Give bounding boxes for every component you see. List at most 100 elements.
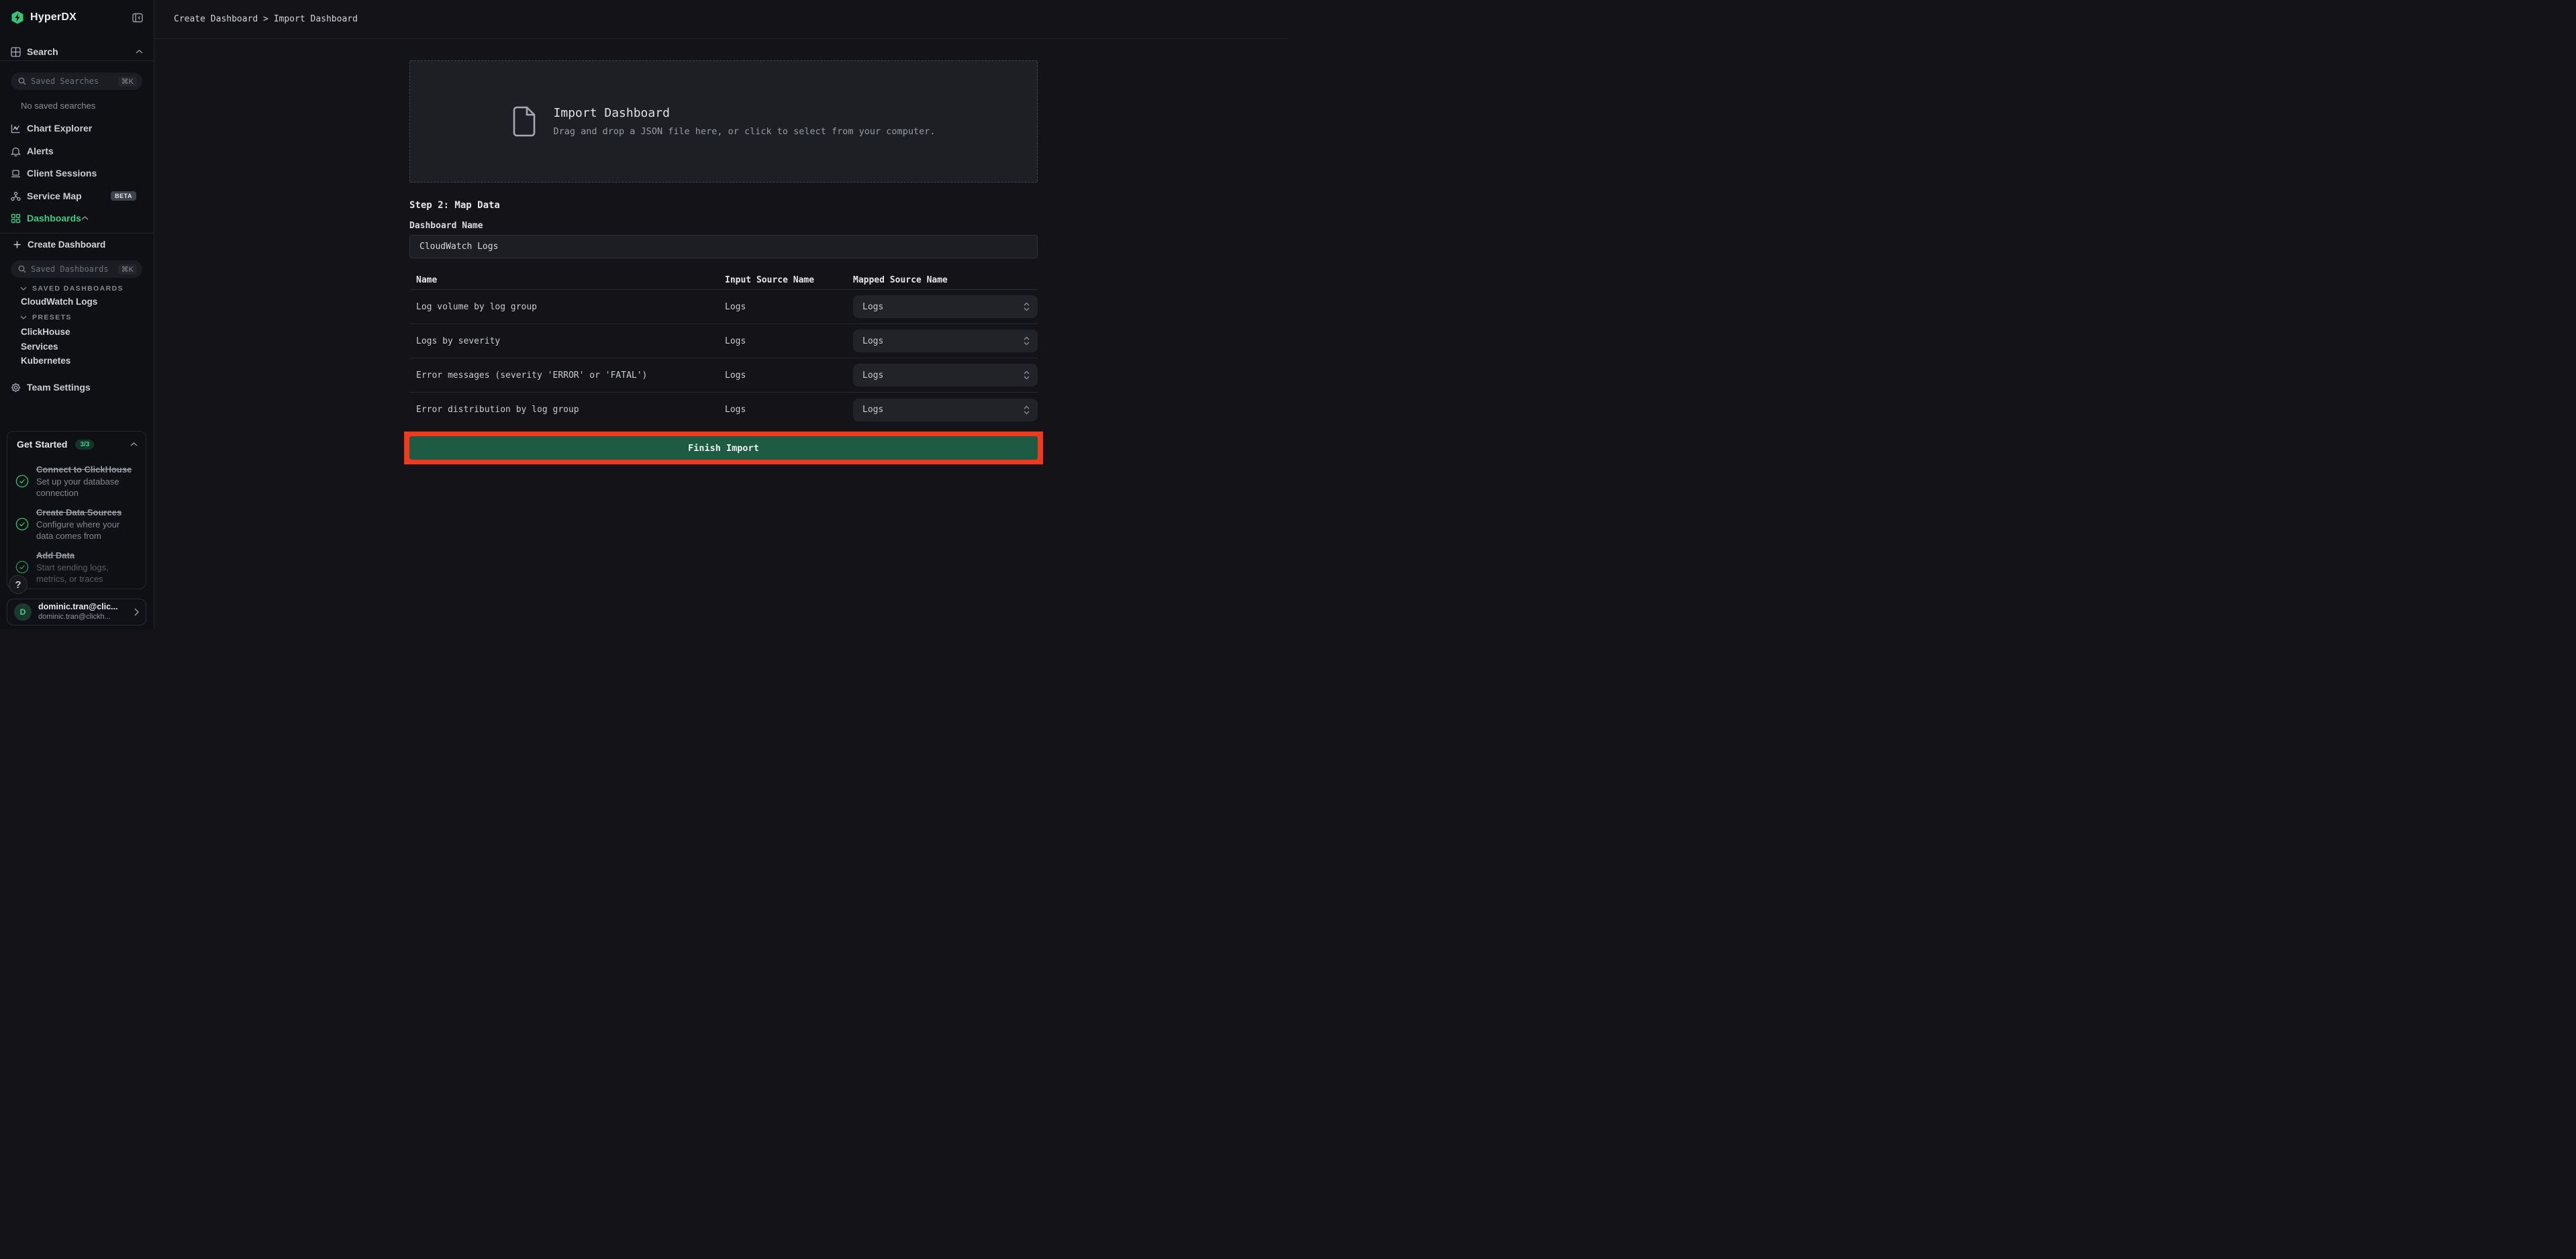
selected-value: Logs xyxy=(862,370,883,381)
search-section-icon xyxy=(11,47,21,57)
dropzone-title: Import Dashboard xyxy=(554,106,936,120)
select-chevrons-icon xyxy=(1024,370,1030,380)
saved-dashboards-placeholder: Saved Dashboards xyxy=(31,264,109,274)
avatar: D xyxy=(14,603,32,621)
get-started-item[interactable]: Create Data Sources Configure where your… xyxy=(15,507,139,542)
chart-name: Error messages (severity 'ERROR' or 'FAT… xyxy=(409,370,725,381)
chevron-up-icon xyxy=(136,50,143,54)
team-settings-label: Team Settings xyxy=(27,382,91,393)
chevron-down-icon xyxy=(20,315,27,319)
nav-label: Chart Explorer xyxy=(27,123,92,134)
shortcut-badge: ⌘K xyxy=(118,264,137,274)
hyperdx-logo-icon xyxy=(11,11,24,24)
mapped-source-select[interactable]: Logs xyxy=(853,295,1038,318)
click-highlight-annotation: Finish Import xyxy=(404,432,1043,464)
column-header-input-source: Input Source Name xyxy=(725,275,853,285)
preset-item-clickhouse[interactable]: ClickHouse xyxy=(21,327,70,337)
sidebar-item-client-sessions[interactable]: Client Sessions xyxy=(0,162,154,185)
gear-icon xyxy=(11,383,21,393)
saved-searches-placeholder: Saved Searches xyxy=(31,77,99,86)
topbar: Create Dashboard > Import Dashboard xyxy=(154,0,1288,39)
mapping-table: Name Input Source Name Mapped Source Nam… xyxy=(409,271,1038,427)
create-dashboard-label: Create Dashboard xyxy=(28,240,105,250)
user-email: dominic.tran@clickh... xyxy=(38,613,117,622)
preset-item-services[interactable]: Services xyxy=(21,342,58,352)
table-row: Error messages (severity 'ERROR' or 'FAT… xyxy=(409,358,1038,393)
chevron-up-icon[interactable] xyxy=(130,442,138,446)
chevron-right-icon xyxy=(134,608,139,616)
user-menu[interactable]: D dominic.tran@clic... dominic.tran@clic… xyxy=(7,599,146,625)
sidebar-item-dashboards[interactable]: Dashboards xyxy=(0,207,154,230)
search-section-label: Search xyxy=(27,46,58,57)
nav-label: Dashboards xyxy=(27,213,81,223)
sidebar-item-search[interactable]: Search xyxy=(0,44,154,59)
saved-dashboards-input[interactable]: Saved Dashboards ⌘K xyxy=(11,260,142,278)
selected-value: Logs xyxy=(862,405,883,415)
sidebar-divider xyxy=(0,60,154,61)
bell-icon xyxy=(11,146,21,156)
sidebar-item-chart-explorer[interactable]: Chart Explorer xyxy=(0,117,154,140)
get-started-list: Connect to ClickHouse Set up your databa… xyxy=(15,456,139,585)
chart-name: Error distribution by log group xyxy=(409,405,725,415)
chevron-up-icon xyxy=(81,216,89,220)
mapped-source-select[interactable]: Logs xyxy=(853,364,1038,387)
help-button[interactable]: ? xyxy=(9,575,28,594)
saved-searches-input[interactable]: Saved Searches ⌘K xyxy=(11,72,142,90)
plus-icon xyxy=(13,241,21,248)
sidebar-item-alerts[interactable]: Alerts xyxy=(0,140,154,162)
step-title: Create Data Sources xyxy=(36,507,137,519)
select-chevrons-icon xyxy=(1024,336,1030,346)
finish-import-button[interactable]: Finish Import xyxy=(409,436,1038,460)
selected-value: Logs xyxy=(862,302,883,312)
search-icon xyxy=(18,265,26,273)
preset-item-kubernetes[interactable]: Kubernetes xyxy=(21,356,70,366)
dashboard-item-cloudwatch-logs[interactable]: CloudWatch Logs xyxy=(21,297,97,307)
chart-name: Log volume by log group xyxy=(409,302,725,312)
check-circle-icon xyxy=(15,560,29,574)
get-started-title: Get Started xyxy=(17,439,67,450)
get-started-header: Get Started 3/3 xyxy=(17,439,138,450)
section-title: SAVED DASHBOARDS xyxy=(32,285,123,293)
sidebar-header: HyperDX xyxy=(0,0,154,35)
shortcut-badge: ⌘K xyxy=(118,77,137,87)
step-desc: Configure where your data comes from xyxy=(36,519,137,542)
main-area: Create Dashboard > Import Dashboard Impo… xyxy=(154,0,1288,630)
column-header-mapped-source: Mapped Source Name xyxy=(853,275,1038,285)
table-row: Error distribution by log group Logs Log… xyxy=(409,393,1038,427)
create-dashboard-button[interactable]: Create Dashboard xyxy=(0,235,154,254)
sidebar-item-team-settings[interactable]: Team Settings xyxy=(0,376,154,399)
check-circle-icon xyxy=(15,517,29,531)
sidebar-collapse-button[interactable] xyxy=(132,13,143,23)
nav-label: Service Map xyxy=(27,191,82,201)
select-chevrons-icon xyxy=(1024,405,1030,415)
input-source: Logs xyxy=(725,370,853,381)
get-started-item[interactable]: Connect to ClickHouse Set up your databa… xyxy=(15,464,139,499)
get-started-item[interactable]: Add Data Start sending logs, metrics, or… xyxy=(15,550,139,585)
chevron-down-icon xyxy=(20,287,27,291)
dashboard-name-input[interactable] xyxy=(409,235,1038,258)
nav-label: Client Sessions xyxy=(27,168,97,179)
laptop-icon xyxy=(11,168,21,179)
mapped-source-select[interactable]: Logs xyxy=(853,330,1038,352)
dropzone-subtitle: Drag and drop a JSON file here, or click… xyxy=(554,126,936,137)
section-presets[interactable]: PRESETS xyxy=(20,313,72,321)
sidebar-divider xyxy=(0,233,154,234)
section-saved-dashboards[interactable]: SAVED DASHBOARDS xyxy=(20,285,123,293)
step-desc: Start sending logs, metrics, or traces xyxy=(36,562,137,585)
sidebar: HyperDX Search Saved Searches ⌘K No save… xyxy=(0,0,154,630)
input-source: Logs xyxy=(725,336,853,346)
mapped-source-select[interactable]: Logs xyxy=(853,399,1038,421)
selected-value: Logs xyxy=(862,336,883,346)
import-dropzone[interactable]: Import Dashboard Drag and drop a JSON fi… xyxy=(409,60,1038,183)
network-icon xyxy=(11,191,21,201)
sidebar-item-service-map[interactable]: Service Map BETA xyxy=(0,185,154,207)
breadcrumb[interactable]: Create Dashboard > Import Dashboard xyxy=(174,14,358,24)
table-header: Name Input Source Name Mapped Source Nam… xyxy=(409,271,1038,290)
nav-label: Alerts xyxy=(27,146,54,156)
table-row: Log volume by log group Logs Logs xyxy=(409,290,1038,324)
column-header-name: Name xyxy=(409,275,725,285)
step-heading: Step 2: Map Data xyxy=(409,200,500,211)
line-chart-icon xyxy=(11,123,21,134)
input-source: Logs xyxy=(725,302,853,312)
step-desc: Set up your database connection xyxy=(36,476,137,499)
